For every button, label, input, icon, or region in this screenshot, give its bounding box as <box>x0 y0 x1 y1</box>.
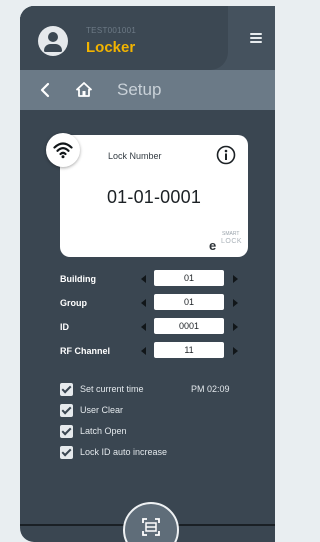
checkbox-checked[interactable] <box>60 383 73 396</box>
scan-icon <box>142 518 160 536</box>
wifi-icon <box>46 133 80 167</box>
rf-channel-decrement-icon[interactable] <box>141 347 146 355</box>
id-label: ID <box>60 322 69 332</box>
device-id: TEST001001 <box>86 26 137 35</box>
id-field[interactable]: 0001 <box>154 318 224 334</box>
smart-lock-logo: SMART e LOCK <box>209 231 243 253</box>
app-screen: TEST001001 Locker Setup Lock Number 01-0… <box>20 6 275 542</box>
header-tab: TEST001001 Locker <box>20 6 228 70</box>
rf-channel-increment-icon[interactable] <box>233 347 238 355</box>
lock-number-card: Lock Number 01-01-0001 SMART e LOCK <box>60 135 248 257</box>
id-increment-icon[interactable] <box>233 323 238 331</box>
header: TEST001001 Locker <box>20 6 275 70</box>
id-decrement-icon[interactable] <box>141 323 146 331</box>
rf-channel-label: RF Channel <box>60 346 111 356</box>
checkbox-checked[interactable] <box>60 404 73 417</box>
checkbox-checked[interactable] <box>60 425 73 438</box>
nav-bar: Setup <box>20 70 275 110</box>
rf-channel-field[interactable]: 11 <box>154 342 224 358</box>
current-time: PM 02:09 <box>191 384 230 394</box>
lock-number-value: 01-01-0001 <box>106 187 202 207</box>
building-label: Building <box>60 274 96 284</box>
building-increment-icon[interactable] <box>233 275 238 283</box>
building-field[interactable]: 01 <box>154 270 224 286</box>
option-label: User Clear <box>80 405 124 415</box>
user-avatar-icon[interactable] <box>38 26 68 56</box>
option-label: Latch Open <box>80 426 127 436</box>
option-label: Set current time <box>80 384 144 394</box>
lock-number-label: Lock Number <box>108 151 162 161</box>
info-icon[interactable] <box>216 145 236 170</box>
app-name: Locker <box>86 39 136 56</box>
checkbox-checked[interactable] <box>60 446 73 459</box>
page-title: Setup <box>117 80 162 99</box>
option-label: Lock ID auto increase <box>80 447 168 457</box>
group-increment-icon[interactable] <box>233 299 238 307</box>
scan-button[interactable] <box>123 502 179 542</box>
group-decrement-icon[interactable] <box>141 299 146 307</box>
group-field[interactable]: 01 <box>154 294 224 310</box>
chevron-left-icon[interactable] <box>40 82 50 102</box>
hamburger-menu-icon[interactable] <box>250 33 262 43</box>
group-label: Group <box>60 298 87 308</box>
home-icon[interactable] <box>76 82 92 102</box>
building-decrement-icon[interactable] <box>141 275 146 283</box>
